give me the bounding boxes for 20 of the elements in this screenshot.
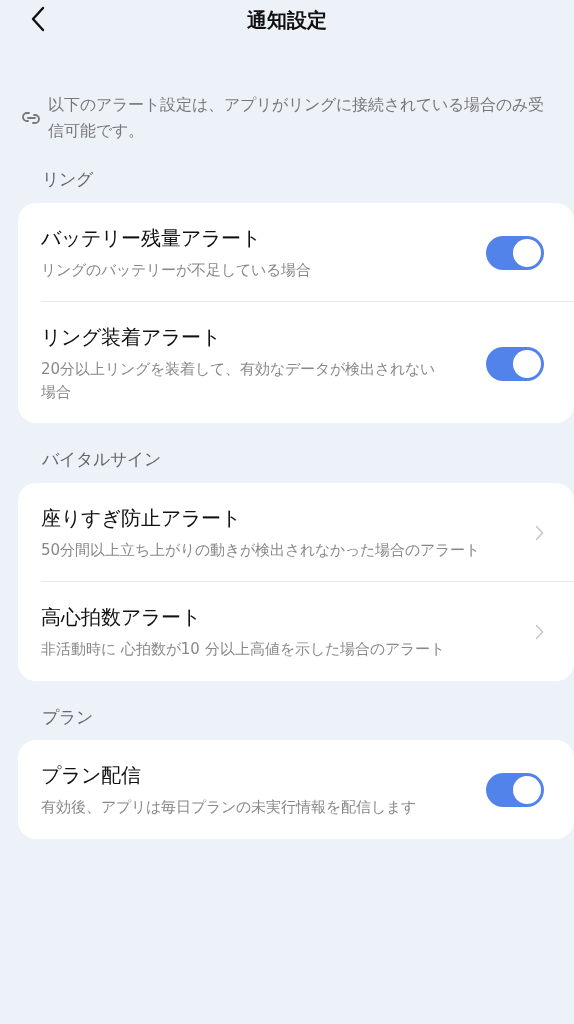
- toggle-switch[interactable]: [486, 773, 544, 808]
- setting-title: バッテリー残量アラート: [41, 224, 262, 251]
- back-icon[interactable]: [30, 6, 46, 32]
- section-label: プラン: [41, 705, 94, 729]
- page-title: 通知設定: [247, 7, 327, 34]
- toggle-switch[interactable]: [486, 346, 544, 381]
- setting-description: 20分以上リングを装着して、有効なデータが検出されない場合: [41, 359, 437, 403]
- link-icon: [22, 110, 40, 125]
- section-label: バイタルサイン: [41, 448, 162, 472]
- setting-title: 高心拍数アラート: [41, 604, 202, 631]
- notice-text: 以下のアラート設定は、アプリがリングに接続されている場合のみ受信可能です。: [48, 94, 544, 142]
- setting-title: 座りすぎ防止アラート: [41, 504, 242, 531]
- toggle-switch[interactable]: [486, 235, 544, 270]
- section-label: リング: [41, 168, 94, 192]
- setting-description: 50分間以上立ち上がりの動きが検出されなかった場合のアラート: [41, 539, 482, 561]
- setting-title: リング装着アラート: [41, 324, 222, 351]
- setting-description: リングのバッテリーが不足している場合: [41, 259, 312, 281]
- setting-description: 有効後、アプリは毎日プランの未実行情報を配信します: [41, 797, 417, 819]
- setting-description: 非活動時に 心拍数が10 分以上高値を示した場合のアラート: [41, 639, 446, 661]
- setting-title: プラン配信: [41, 762, 142, 789]
